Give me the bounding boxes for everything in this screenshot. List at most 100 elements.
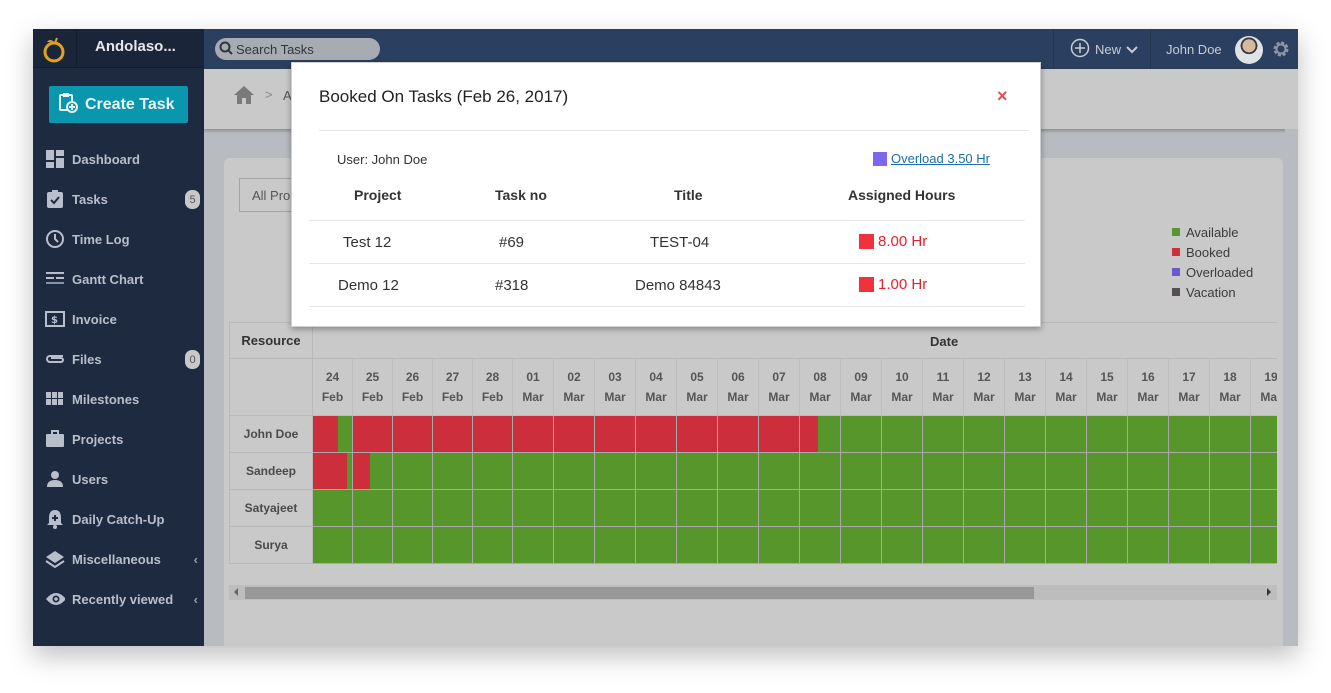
availability-cell[interactable] <box>923 416 964 453</box>
availability-cell[interactable] <box>393 527 433 564</box>
availability-cell[interactable] <box>1251 527 1277 564</box>
sidebar-item-recently-viewed[interactable]: Recently viewed ‹ <box>33 579 204 619</box>
availability-cell[interactable] <box>595 453 636 490</box>
availability-cell[interactable] <box>393 490 433 527</box>
avatar[interactable] <box>1235 36 1263 64</box>
availability-cell[interactable] <box>513 527 554 564</box>
availability-cell[interactable] <box>841 527 882 564</box>
booked-segment[interactable] <box>433 416 472 452</box>
booked-segment[interactable] <box>313 416 339 452</box>
availability-cell[interactable] <box>800 527 841 564</box>
booked-segment[interactable] <box>636 416 676 452</box>
availability-cell[interactable] <box>513 416 554 453</box>
availability-cell[interactable] <box>964 416 1005 453</box>
booked-segment[interactable] <box>313 453 348 489</box>
sidebar-item-gantt-chart[interactable]: Gantt Chart <box>33 259 204 299</box>
availability-cell[interactable] <box>636 416 677 453</box>
availability-cell[interactable] <box>313 527 353 564</box>
title-cell[interactable]: TEST-04 <box>650 234 709 251</box>
availability-cell[interactable] <box>1046 453 1087 490</box>
home-icon[interactable] <box>233 85 255 110</box>
availability-cell[interactable] <box>313 490 353 527</box>
availability-cell[interactable] <box>1046 490 1087 527</box>
gear-icon[interactable] <box>1271 39 1291 64</box>
availability-cell[interactable] <box>718 453 759 490</box>
availability-cell[interactable] <box>636 453 677 490</box>
availability-cell[interactable] <box>759 416 800 453</box>
availability-cell[interactable] <box>473 527 513 564</box>
availability-cell[interactable] <box>800 490 841 527</box>
availability-cell[interactable] <box>759 527 800 564</box>
availability-cell[interactable] <box>841 490 882 527</box>
availability-cell[interactable] <box>393 416 433 453</box>
availability-cell[interactable] <box>473 416 513 453</box>
availability-cell[interactable] <box>513 490 554 527</box>
availability-cell[interactable] <box>677 453 718 490</box>
availability-cell[interactable] <box>718 416 759 453</box>
availability-cell[interactable] <box>313 416 353 453</box>
availability-cell[interactable] <box>1128 453 1169 490</box>
horizontal-scrollbar[interactable] <box>229 585 1277 600</box>
availability-cell[interactable] <box>800 416 841 453</box>
availability-cell[interactable] <box>393 453 433 490</box>
availability-cell[interactable] <box>1169 490 1210 527</box>
availability-cell[interactable] <box>433 490 473 527</box>
title-cell[interactable]: Demo 84843 <box>635 277 721 294</box>
availability-cell[interactable] <box>1251 416 1277 453</box>
availability-cell[interactable] <box>1210 490 1251 527</box>
availability-cell[interactable] <box>473 490 513 527</box>
availability-cell[interactable] <box>1087 416 1128 453</box>
sidebar-item-users[interactable]: Users <box>33 459 204 499</box>
availability-cell[interactable] <box>841 453 882 490</box>
booked-segment[interactable] <box>800 416 818 452</box>
availability-cell[interactable] <box>554 527 595 564</box>
sidebar-item-miscellaneous[interactable]: Miscellaneous ‹ <box>33 539 204 579</box>
booked-segment[interactable] <box>759 416 799 452</box>
availability-cell[interactable] <box>1087 490 1128 527</box>
availability-cell[interactable] <box>554 416 595 453</box>
availability-cell[interactable] <box>473 453 513 490</box>
booked-segment[interactable] <box>677 416 717 452</box>
availability-cell[interactable] <box>1128 527 1169 564</box>
availability-cell[interactable] <box>353 527 393 564</box>
overload-link[interactable]: Overload 3.50 Hr <box>891 151 990 166</box>
search-input[interactable]: Search Tasks <box>215 38 380 60</box>
availability-cell[interactable] <box>1046 527 1087 564</box>
sidebar-item-invoice[interactable]: $ Invoice <box>33 299 204 339</box>
availability-cell[interactable] <box>964 453 1005 490</box>
sidebar-item-tasks[interactable]: Tasks 5 <box>33 179 204 219</box>
chevron-left-icon[interactable]: ‹ <box>194 592 198 607</box>
availability-cell[interactable] <box>1169 416 1210 453</box>
availability-cell[interactable] <box>882 416 923 453</box>
availability-cell[interactable] <box>677 416 718 453</box>
availability-cell[interactable] <box>433 416 473 453</box>
availability-cell[interactable] <box>595 416 636 453</box>
availability-cell[interactable] <box>841 416 882 453</box>
booked-segment[interactable] <box>393 416 432 452</box>
availability-cell[interactable] <box>923 527 964 564</box>
availability-cell[interactable] <box>1210 416 1251 453</box>
orange-logo-icon[interactable] <box>33 29 77 68</box>
availability-cell[interactable] <box>759 453 800 490</box>
availability-cell[interactable] <box>313 453 353 490</box>
sidebar-item-files[interactable]: Files 0 <box>33 339 204 379</box>
availability-cell[interactable] <box>964 527 1005 564</box>
booked-segment[interactable] <box>473 416 512 452</box>
close-icon[interactable]: × <box>997 86 1008 107</box>
availability-cell[interactable] <box>353 490 393 527</box>
chevron-left-icon[interactable]: ‹ <box>194 552 198 567</box>
availability-cell[interactable] <box>923 490 964 527</box>
availability-cell[interactable] <box>636 490 677 527</box>
booked-segment[interactable] <box>513 416 553 452</box>
user-name[interactable]: John Doe <box>1166 42 1222 57</box>
availability-cell[interactable] <box>1005 527 1046 564</box>
availability-cell[interactable] <box>1251 490 1277 527</box>
availability-cell[interactable] <box>1005 453 1046 490</box>
availability-cell[interactable] <box>595 527 636 564</box>
availability-cell[interactable] <box>1005 416 1046 453</box>
sidebar-item-milestones[interactable]: Milestones <box>33 379 204 419</box>
availability-cell[interactable] <box>677 490 718 527</box>
new-dropdown-button[interactable]: New <box>1053 29 1151 69</box>
booked-segment[interactable] <box>353 453 370 489</box>
availability-cell[interactable] <box>554 490 595 527</box>
